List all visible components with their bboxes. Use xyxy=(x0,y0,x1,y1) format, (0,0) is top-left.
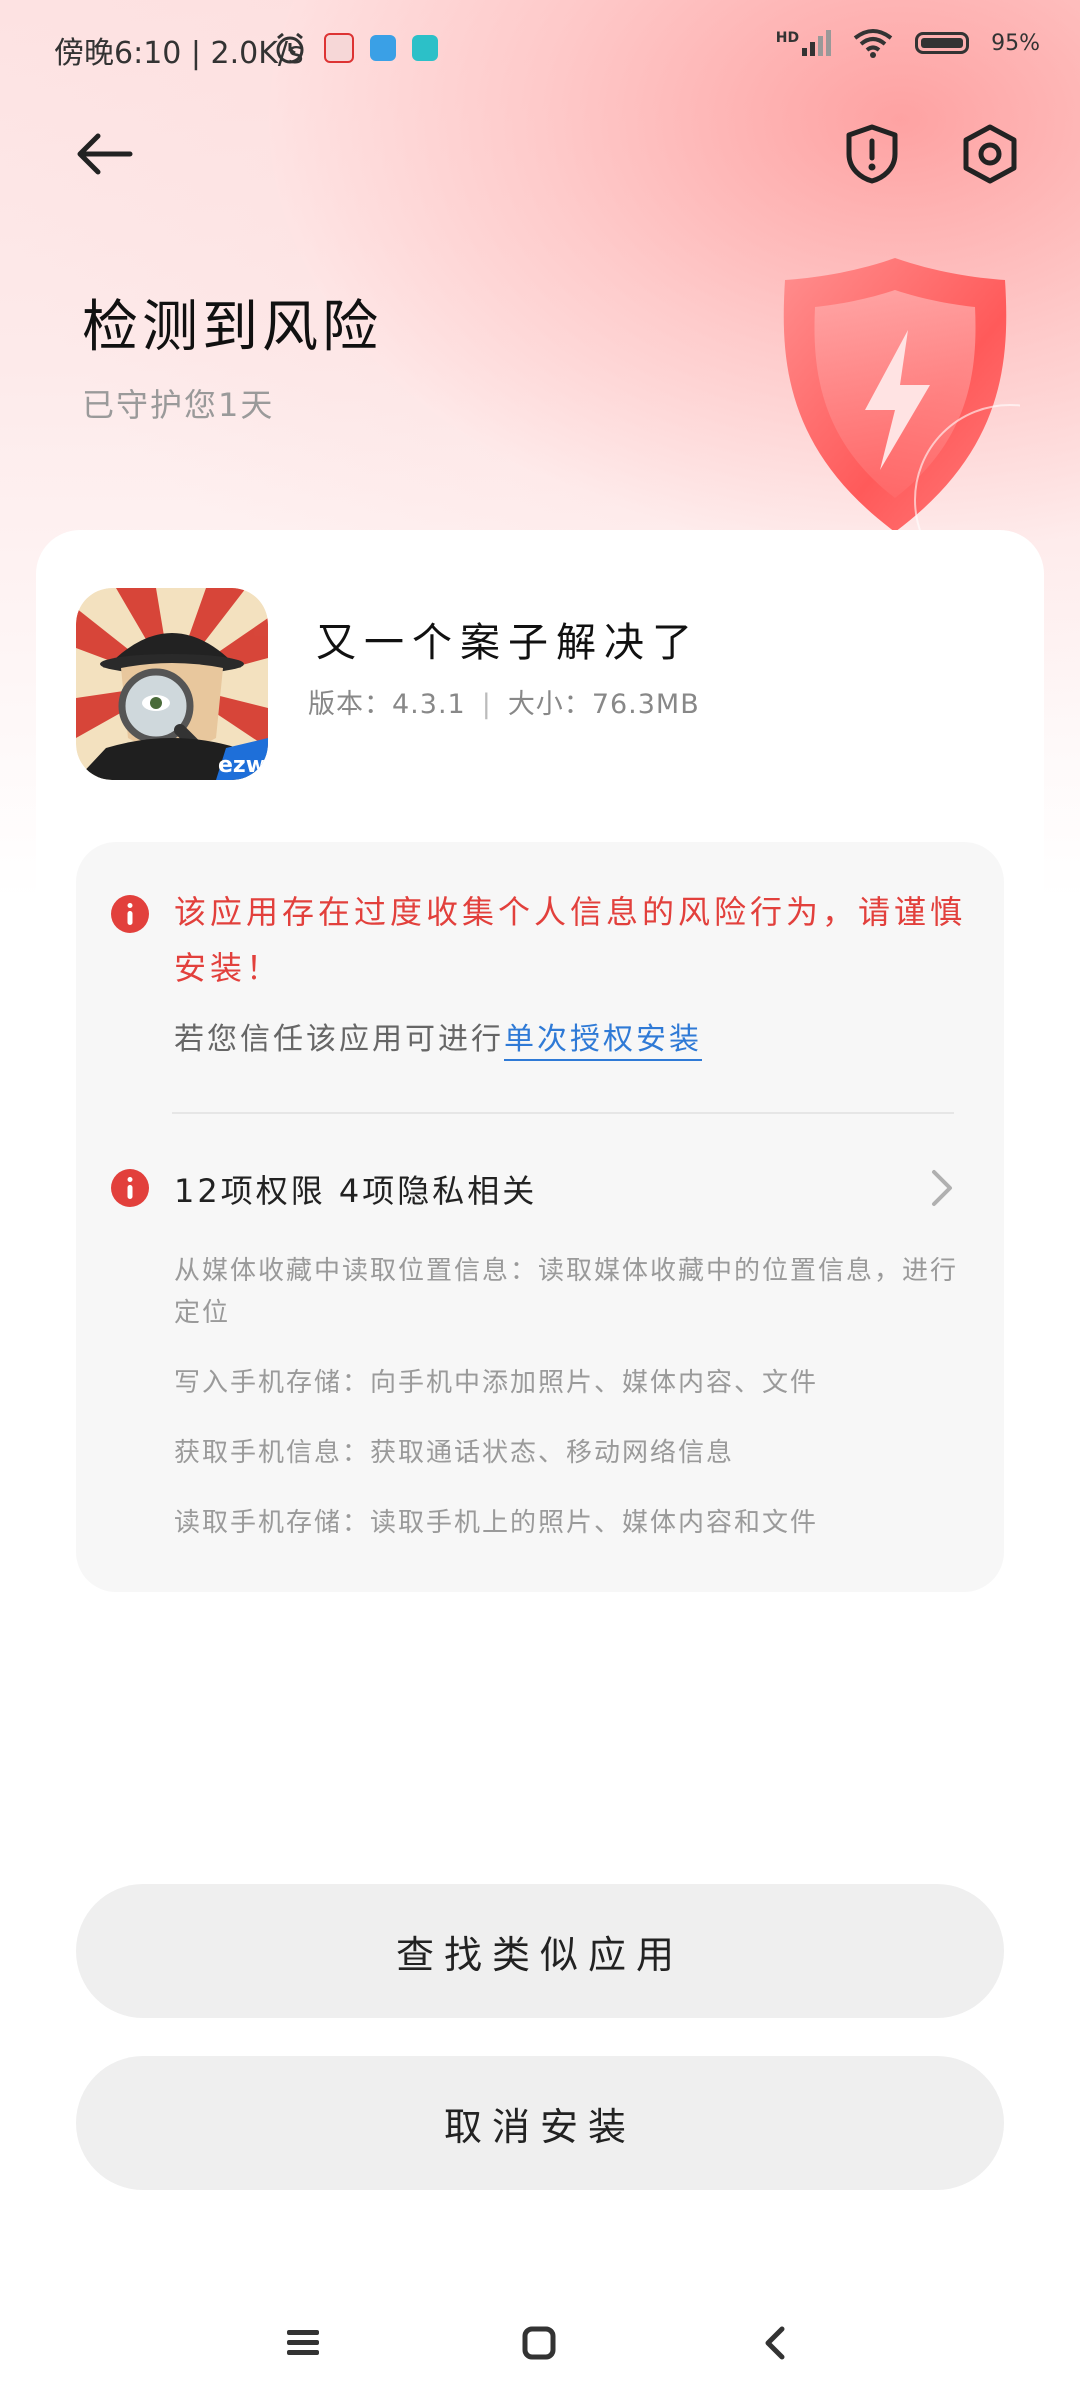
cloud-app-icon xyxy=(370,35,396,61)
page-title: 检测到风险 xyxy=(82,295,382,360)
divider xyxy=(172,1112,954,1114)
app-icon: ezw xyxy=(76,588,268,780)
trust-install-line: 若您信任该应用可进行单次授权安装 xyxy=(174,1014,702,1061)
permission-item: 读取手机存储：读取手机上的照片、媒体内容和文件 xyxy=(174,1508,819,1538)
status-notification-icons xyxy=(272,30,438,66)
home-button[interactable] xyxy=(514,2318,564,2368)
app-meta: 版本：4.3.1 | 大小：76.3MB xyxy=(308,682,700,721)
chevron-left-icon xyxy=(765,2326,785,2360)
version-label: 版本： xyxy=(308,689,392,720)
battery-percent: 95% xyxy=(991,30,1040,56)
page-subtitle: 已守护您1天 xyxy=(82,386,275,424)
signal-icon: HD xyxy=(775,30,832,56)
battery-icon xyxy=(915,32,970,54)
permissions-summary: 12项权限 4项隐私相关 xyxy=(174,1172,538,1210)
security-center-button[interactable] xyxy=(838,120,906,188)
shield-alert-icon xyxy=(846,124,898,184)
permission-item: 从媒体收藏中读取位置信息：读取媒体收藏中的位置信息，进行定位 xyxy=(174,1256,959,1328)
status-bar: 傍晚6:10 | 2.0K/s HD 95% xyxy=(0,0,1080,96)
single-authorization-install-link[interactable]: 单次授权安装 xyxy=(504,1022,702,1061)
status-system-icons: HD 95% xyxy=(776,28,1040,58)
meta-separator: | xyxy=(481,689,492,720)
size-label: 大小： xyxy=(507,689,592,720)
permission-warning-icon xyxy=(111,1169,149,1207)
network-label: HD xyxy=(775,30,800,46)
risk-panel: 该应用存在过度收集个人信息的风险行为，请谨慎安装！ 若您信任该应用可进行单次授权… xyxy=(76,842,1004,1592)
recent-apps-button[interactable] xyxy=(278,2318,328,2368)
permission-item: 写入手机存储：向手机中添加照片、媒体内容、文件 xyxy=(174,1368,819,1398)
chevron-right-icon xyxy=(932,1170,952,1206)
hexagon-gear-icon xyxy=(963,124,1017,184)
permission-item: 获取手机信息：获取通话状态、移动网络信息 xyxy=(174,1438,735,1468)
settings-button[interactable] xyxy=(956,120,1024,188)
wifi-icon xyxy=(853,29,893,58)
notification-app-icon xyxy=(324,33,354,63)
chat-app-icon xyxy=(412,35,438,61)
arrow-left-icon xyxy=(77,133,133,175)
app-version: 4.3.1 xyxy=(392,689,466,720)
back-button[interactable] xyxy=(70,120,138,188)
app-icon-badge: ezw xyxy=(218,753,266,778)
system-navigation-bar xyxy=(0,2290,1080,2400)
warning-icon xyxy=(111,895,149,933)
square-home-icon xyxy=(522,2326,556,2360)
risk-shield-illustration xyxy=(783,258,1020,540)
find-similar-apps-button[interactable]: 查找类似应用 xyxy=(76,1884,1004,2018)
permissions-list: 从媒体收藏中读取位置信息：读取媒体收藏中的位置信息，进行定位 写入手机存储：向手… xyxy=(174,1250,964,1572)
status-time: 傍晚6:10 | 2.0K/s xyxy=(54,36,304,71)
menu-icon xyxy=(287,2330,319,2355)
cancel-install-button[interactable]: 取消安装 xyxy=(76,2056,1004,2190)
risk-warning-text: 该应用存在过度收集个人信息的风险行为，请谨慎安装！ xyxy=(174,893,967,987)
app-size: 76.3MB xyxy=(591,689,700,720)
alarm-icon xyxy=(276,32,304,64)
app-name: 又一个案子解决了 xyxy=(316,620,700,666)
detective-app-icon: ezw xyxy=(76,588,268,780)
nav-back-button[interactable] xyxy=(750,2318,800,2368)
trust-prefix: 若您信任该应用可进行 xyxy=(174,1022,504,1057)
